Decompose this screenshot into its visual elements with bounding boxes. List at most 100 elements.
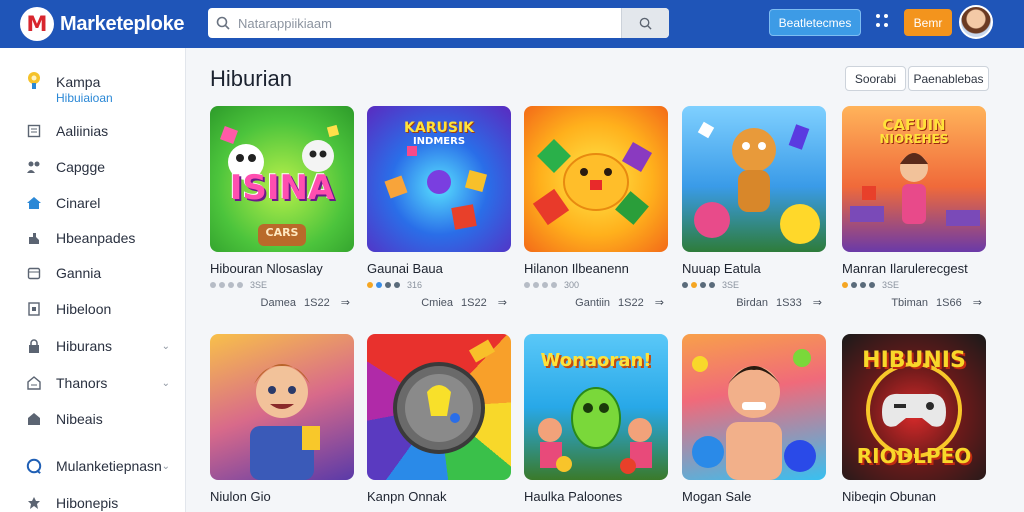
product-thumbnail[interactable] xyxy=(210,334,354,480)
sidebar-item-mulanketiepnasn[interactable]: Mulanketiepnasn ⌄ xyxy=(26,458,176,474)
product-title[interactable]: Nuuap Eatula xyxy=(682,261,826,276)
price-row: Damea 1S22 ⇒ xyxy=(210,296,354,309)
page-title: Hiburian xyxy=(210,66,292,91)
product-card[interactable]: Mogan Sale xyxy=(682,334,826,504)
sidebar-item-thanors[interactable]: Thanors ⌄ xyxy=(26,375,176,391)
product-title[interactable]: Haulka Paloones xyxy=(524,489,668,504)
product-title[interactable]: Niulon Gio xyxy=(210,489,354,504)
tag-icon xyxy=(26,375,42,391)
product-thumbnail[interactable] xyxy=(367,334,511,480)
sidebar-item-label: Hibeloon xyxy=(56,301,112,317)
price-row: Cmiea 1S22 ⇒ xyxy=(367,296,511,309)
rating-row: 3SE xyxy=(682,280,826,290)
category-label: Damea xyxy=(260,297,297,309)
product-thumbnail[interactable]: HIBUNIS RIODLPEO xyxy=(842,334,986,480)
sidebar-item-label: Hibonepis xyxy=(56,495,119,511)
lock-icon xyxy=(26,338,42,354)
product-card[interactable]: Niulon Gio xyxy=(210,334,354,504)
product-card[interactable]: HIBUNIS RIODLPEO Nibeqin Obunan xyxy=(842,334,986,504)
product-title[interactable]: Gaunai Baua xyxy=(367,261,511,276)
product-card[interactable]: KARUSIK INDMERS Gaunai Baua 316 Cmiea 1S2… xyxy=(367,106,511,309)
sidebar-item-aaliinias[interactable]: Aaliinias xyxy=(26,123,176,139)
home-icon xyxy=(26,195,42,211)
arrow-icon: ⇒ xyxy=(972,297,982,309)
sidebar-item-kampa[interactable]: Kampa xyxy=(26,72,176,90)
product-thumbnail[interactable] xyxy=(524,106,668,252)
logo[interactable]: M Marketeploke xyxy=(20,7,200,41)
chevron-down-icon[interactable]: ⌄ xyxy=(162,378,170,389)
sidebar-item-label: Hbeanpades xyxy=(56,230,136,246)
arrow-icon: ⇒ xyxy=(340,297,350,309)
page-icon xyxy=(26,301,42,317)
logo-badge-icon: M xyxy=(20,7,54,41)
filter-button[interactable]: Paenablebas xyxy=(908,66,989,91)
settings-icon xyxy=(26,495,42,511)
sidebar-item-label: Mulanketiepnasn xyxy=(56,458,162,474)
search-button[interactable] xyxy=(621,8,669,38)
thumbnail-art-text: ISINA xyxy=(229,168,335,208)
sidebar-item-label: Gannia xyxy=(56,265,102,281)
rating-row: 300 xyxy=(524,280,668,290)
top-navigation-bar: M Marketeploke Beatletecmes Bemr xyxy=(0,0,1024,48)
sidebar-item-label: Kampa xyxy=(56,74,101,90)
sidebar-item-label: Aaliinias xyxy=(56,123,109,139)
sidebar-item-nibeais[interactable]: Nibeais xyxy=(26,411,176,427)
rating-row: 3SE xyxy=(842,280,986,290)
product-card[interactable]: ISINA CARS Hibouran Nlosaslay 3SE Damea 1… xyxy=(210,106,354,309)
price: 1S22 xyxy=(618,297,644,309)
thumbnail-art-subtext: RIODLPEO xyxy=(856,444,972,468)
price-row: Tbiman 1S66 ⇒ xyxy=(842,296,986,309)
rating-value: 300 xyxy=(564,280,580,290)
sidebar-item-cinarel[interactable]: Cinarel xyxy=(26,195,176,211)
category-label: Tbiman xyxy=(891,297,929,309)
chevron-down-icon[interactable]: ⌄ xyxy=(162,461,170,472)
sidebar-item-label: Capgge xyxy=(56,159,106,175)
secondary-header-button[interactable]: Bemr xyxy=(904,9,952,36)
product-thumbnail[interactable] xyxy=(682,106,826,252)
search-button-icon xyxy=(639,17,652,30)
product-thumbnail[interactable]: ISINA CARS xyxy=(210,106,354,252)
document-icon xyxy=(26,123,42,139)
product-title[interactable]: Hibouran Nlosaslay xyxy=(210,261,354,276)
product-card[interactable]: Wonaoran! Haulka Paloones xyxy=(524,334,668,504)
apps-grid-icon[interactable] xyxy=(876,14,890,28)
sort-button[interactable]: Soorabi xyxy=(845,66,906,91)
category-label: Cmiea xyxy=(421,297,454,309)
product-title[interactable]: Kanpn Onnak xyxy=(367,489,511,504)
product-thumbnail[interactable] xyxy=(682,334,826,480)
primary-header-button[interactable]: Beatletecmes xyxy=(769,9,861,36)
house-icon xyxy=(26,411,42,427)
sidebar-item-hiburans[interactable]: Hiburans ⌄ xyxy=(26,338,176,354)
product-card[interactable]: CAFUIN NIOREHES Manran Ilarulerecgest 3S… xyxy=(842,106,986,309)
price-row: Birdan 1S33 ⇒ xyxy=(682,296,826,309)
thumbnail-art-text: HIBUNIS xyxy=(862,348,966,373)
sidebar-subitem[interactable]: Hibuiaioan xyxy=(56,91,113,105)
product-card[interactable]: Nuuap Eatula 3SE Birdan 1S33 ⇒ xyxy=(682,106,826,309)
sidebar-item-label: Thanors xyxy=(56,375,108,391)
sidebar-item-hbeanpades[interactable]: Hbeanpades xyxy=(26,230,176,246)
arrow-icon: ⇒ xyxy=(654,297,664,309)
sidebar-item-hibonepis[interactable]: Hibonepis xyxy=(26,495,176,511)
sidebar-item-capgge[interactable]: Capgge xyxy=(26,159,176,175)
chevron-down-icon[interactable]: ⌄ xyxy=(162,341,170,352)
sidebar-item-gannia[interactable]: Gannia xyxy=(26,265,176,281)
user-avatar[interactable] xyxy=(959,5,993,39)
price: 1S22 xyxy=(461,297,487,309)
search-input[interactable] xyxy=(238,15,638,31)
product-title[interactable]: Mogan Sale xyxy=(682,489,826,504)
sidebar-item-label: Hiburans xyxy=(56,338,113,354)
thumbnail-art-text: KARUSIK xyxy=(404,120,474,136)
search-bar xyxy=(208,8,669,38)
product-card[interactable]: Hilanon Ilbeanenn 300 Gantiin 1S22 ⇒ xyxy=(524,106,668,309)
product-card[interactable]: Kanpn Onnak xyxy=(367,334,511,504)
product-thumbnail[interactable]: KARUSIK INDMERS xyxy=(367,106,511,252)
sidebar: Kampa Hibuiaioan Aaliinias Capgge Cinare… xyxy=(0,48,186,512)
product-title[interactable]: Nibeqin Obunan xyxy=(842,489,986,504)
product-title[interactable]: Hilanon Ilbeanenn xyxy=(524,261,668,276)
sidebar-item-hibeloon[interactable]: Hibeloon xyxy=(26,301,176,317)
product-thumbnail[interactable]: Wonaoran! xyxy=(524,334,668,480)
rating-row: 316 xyxy=(367,280,511,290)
category-label: Gantiin xyxy=(575,297,611,309)
product-thumbnail[interactable]: CAFUIN NIOREHES xyxy=(842,106,986,252)
product-title[interactable]: Manran Ilarulerecgest xyxy=(842,261,986,276)
